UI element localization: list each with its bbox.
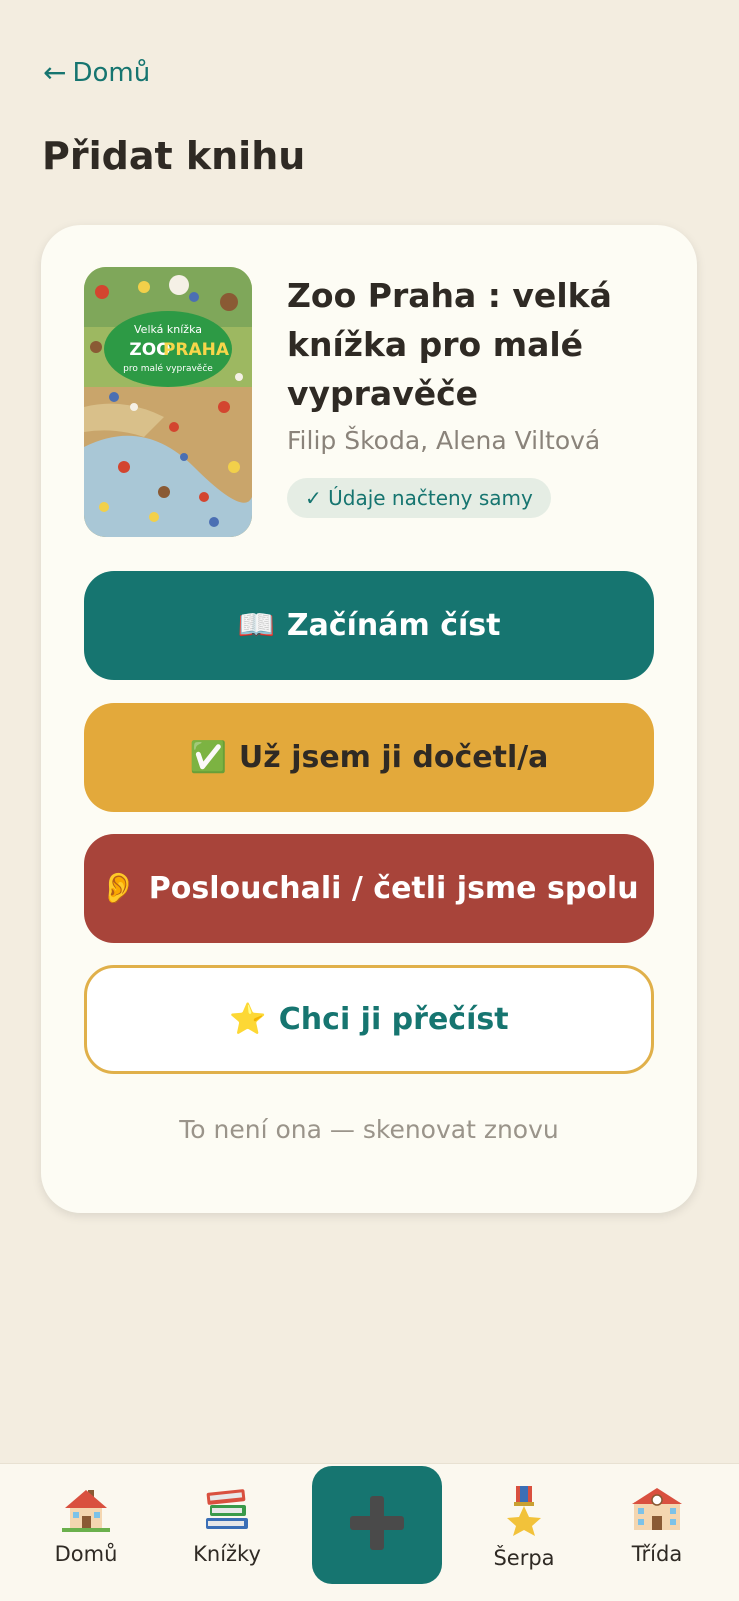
back-label: Domů <box>72 58 151 88</box>
nav-label-sherpa: Šerpa <box>493 1546 555 1570</box>
nav-item-home[interactable]: Domů <box>26 1486 146 1566</box>
status-badge: ✓ Údaje načteny samy <box>287 478 551 518</box>
add-book-button[interactable] <box>312 1466 442 1584</box>
nav-item-class[interactable]: Třída <box>597 1486 717 1566</box>
start-reading-button[interactable]: 📖 Začínám číst <box>84 571 654 680</box>
want-to-read-label: Chci ji přečíst <box>278 1002 509 1037</box>
book-author: Filip Škoda, Alena Viltová <box>287 426 601 455</box>
cover-subtitle: pro malé vypravěče <box>123 363 213 374</box>
nav-label-books: Knížky <box>193 1542 261 1566</box>
house-icon <box>62 1486 110 1536</box>
arrow-left-icon: ← <box>43 56 67 89</box>
nav-label-home: Domů <box>54 1542 118 1566</box>
finished-reading-button[interactable]: ✅ Už jsem ji dočetl/a <box>84 703 654 812</box>
read-together-button[interactable]: 👂 Poslouchali / četli jsme spolu <box>84 834 654 943</box>
plus-icon <box>346 1492 408 1558</box>
star-icon: ⭐ <box>229 1001 267 1037</box>
nav-label-class: Třída <box>631 1542 683 1566</box>
back-link[interactable]: ← Domů <box>43 58 150 88</box>
military-medal-icon <box>504 1486 544 1540</box>
start-reading-label: Začínám číst <box>286 608 501 643</box>
book-title: Zoo Praha : velká knížka pro malé vyprav… <box>287 276 612 413</box>
page-title: Přidat knihu <box>42 134 306 178</box>
book-card: Velká knížka ZOO PRAHA pro malé vypravěč… <box>41 225 697 1213</box>
cover-praha: PRAHA <box>163 340 230 360</box>
nav-item-sherpa[interactable]: Šerpa <box>464 1486 584 1570</box>
check-mark-icon: ✅ <box>189 739 227 775</box>
cover-top-line: Velká knížka <box>134 323 202 336</box>
books-icon <box>202 1486 252 1536</box>
school-icon <box>632 1486 682 1536</box>
book-info: Zoo Praha : velká knížka pro malé vyprav… <box>287 271 657 518</box>
finished-reading-label: Už jsem ji dočetl/a <box>238 740 549 775</box>
want-to-read-button[interactable]: ⭐ Chci ji přečíst <box>84 965 654 1074</box>
bottom-nav: Domů Knížky Šerpa Třída <box>0 1463 739 1601</box>
read-together-label: Poslouchali / četli jsme spolu <box>148 871 639 906</box>
rescan-link[interactable]: To není ona — skenovat znovu <box>41 1115 697 1144</box>
nav-item-books[interactable]: Knížky <box>167 1486 287 1566</box>
open-book-icon: 📖 <box>237 607 275 643</box>
book-cover: Velká knížka ZOO PRAHA pro malé vypravěč… <box>84 267 252 537</box>
ear-icon: 👂 <box>99 870 137 906</box>
